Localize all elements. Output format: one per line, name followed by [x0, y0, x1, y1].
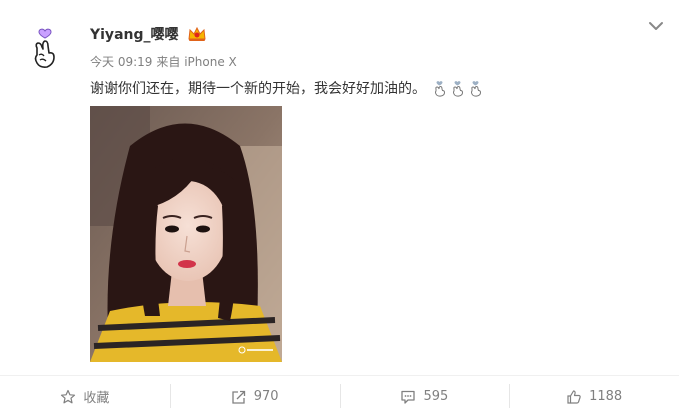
- post-source: 来自 iPhone X: [156, 55, 237, 69]
- finger-heart-icon: [450, 80, 465, 97]
- emoji-group: [432, 80, 483, 97]
- like-count: 1188: [589, 389, 623, 404]
- post-text-row: 谢谢你们还在，期待一个新的开始，我会好好加油的。: [90, 78, 483, 98]
- repost-button[interactable]: 970: [169, 376, 340, 417]
- post-meta: 今天 09:19 来自 iPhone X: [90, 53, 237, 70]
- crown-vip-icon[interactable]: [187, 26, 207, 42]
- favorite-button[interactable]: 收藏: [0, 376, 170, 417]
- comment-count: 595: [423, 389, 449, 404]
- comment-button[interactable]: 595: [339, 376, 510, 417]
- photo-watermark-icon: [238, 346, 274, 356]
- action-bar: 收藏 970 595 1188: [0, 376, 679, 417]
- post-time[interactable]: 今天 09:19: [90, 53, 152, 70]
- avatar[interactable]: [20, 22, 70, 72]
- repost-count: 970: [253, 389, 279, 404]
- comment-icon: [401, 390, 416, 404]
- finger-heart-icon: [432, 80, 447, 97]
- selfie-photo: [90, 106, 282, 362]
- post-text: 谢谢你们还在，期待一个新的开始，我会好好加油的。: [90, 81, 426, 97]
- author-name[interactable]: Yiyang_嘤嘤: [90, 24, 179, 44]
- share-arrow-icon: [232, 390, 245, 404]
- post-photo[interactable]: [90, 106, 282, 362]
- author-row: Yiyang_嘤嘤: [90, 24, 207, 44]
- thumbs-up-icon: [567, 389, 581, 404]
- more-menu-button[interactable]: [647, 18, 665, 32]
- weibo-post-card: Yiyang_嘤嘤 今天 09:19 来自 iPhone X 谢谢你们还在，期待…: [0, 0, 679, 417]
- chevron-down-icon: [649, 22, 663, 30]
- finger-heart-icon: [468, 80, 483, 97]
- finger-heart-icon: [34, 28, 55, 68]
- star-icon: [61, 389, 76, 403]
- favorite-label: 收藏: [83, 391, 110, 406]
- like-button[interactable]: 1188: [509, 376, 679, 417]
